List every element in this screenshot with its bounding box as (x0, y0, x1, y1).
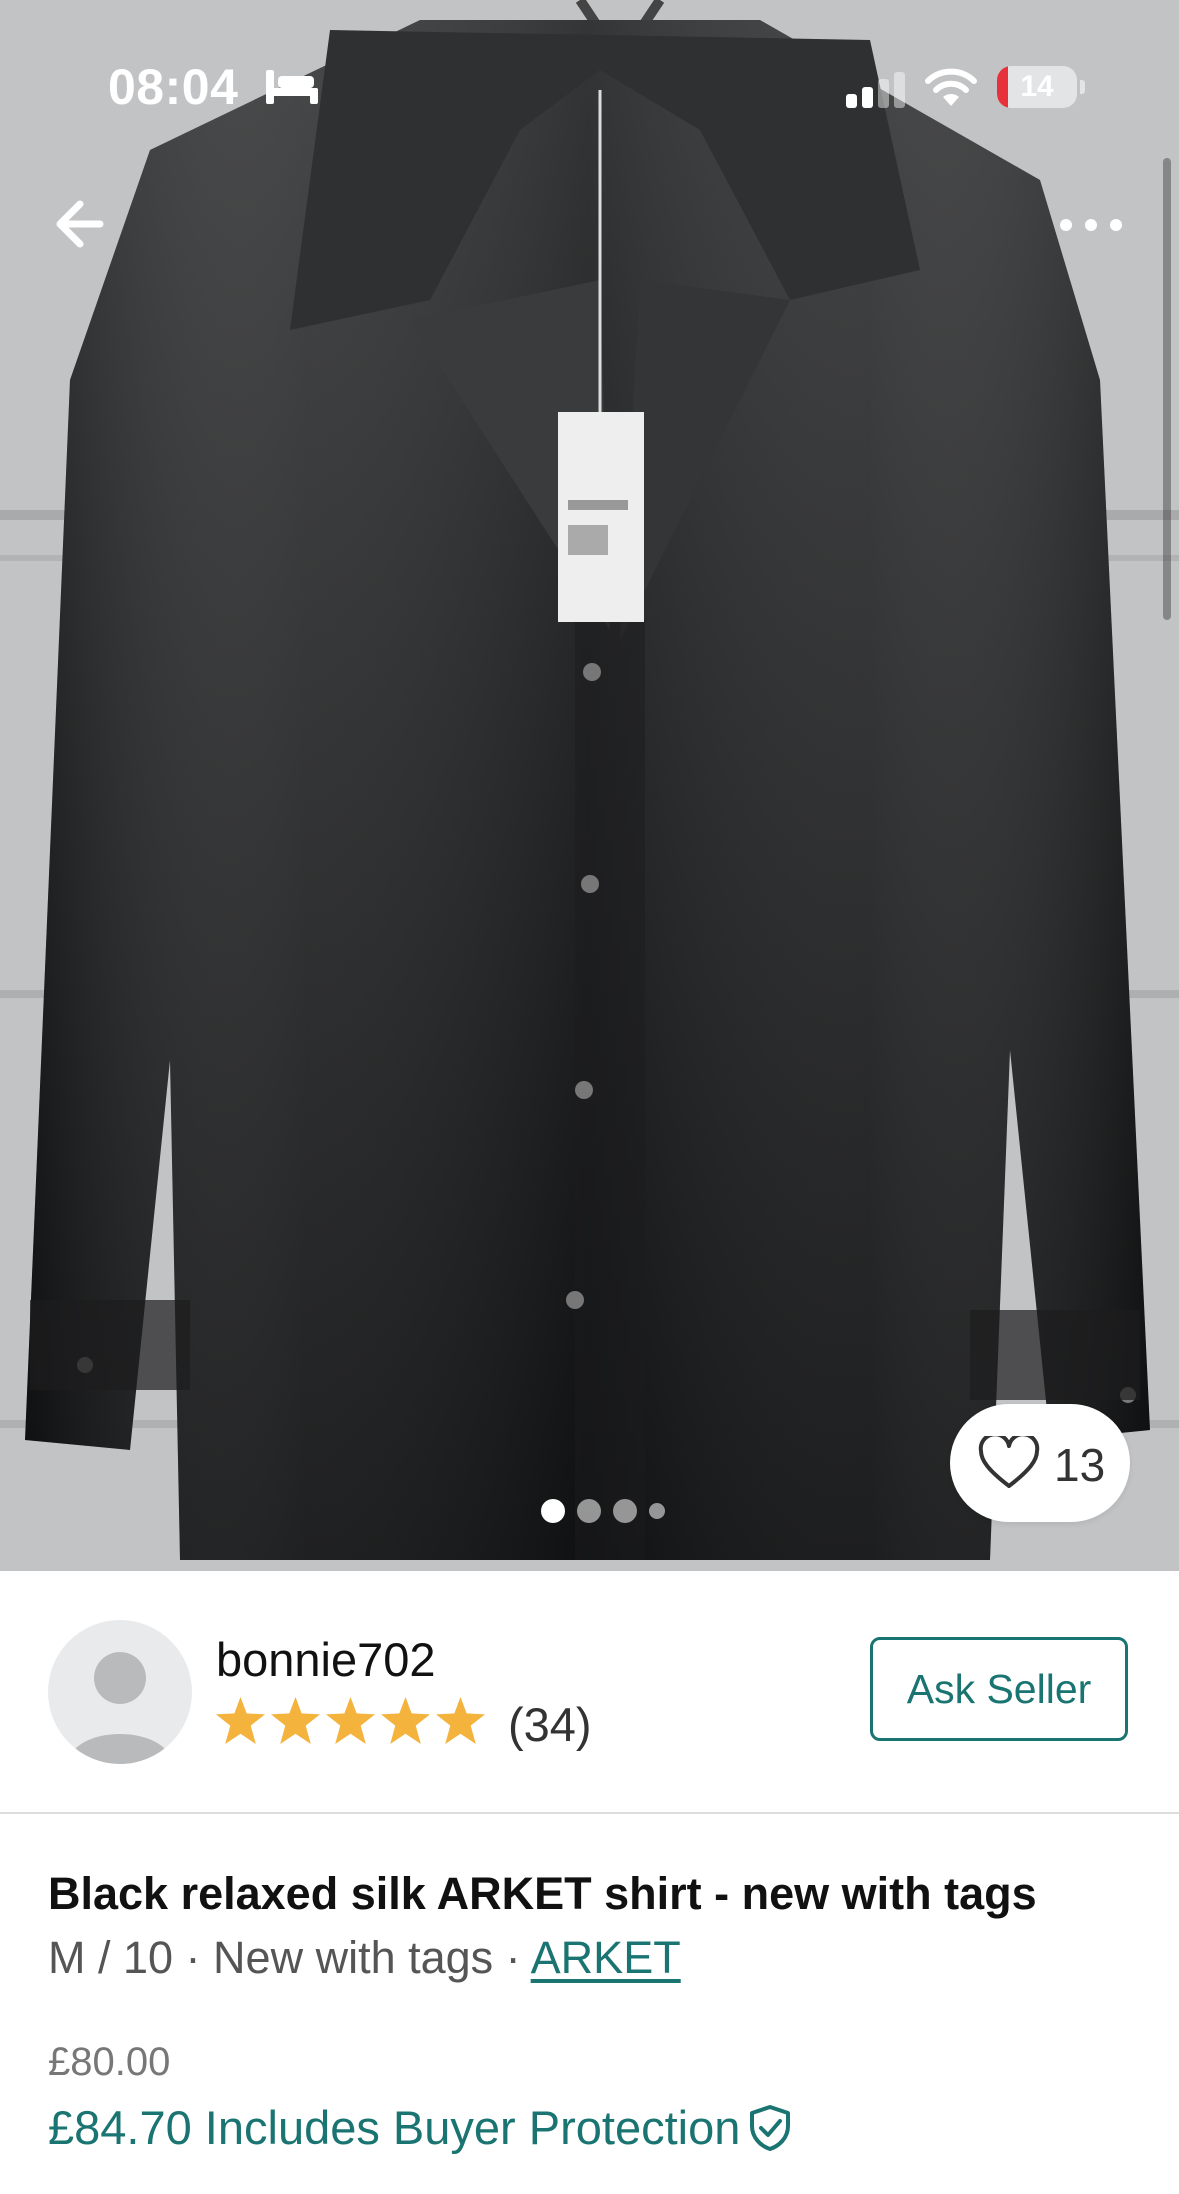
arrow-left-icon[interactable] (52, 190, 122, 260)
heart-outline-icon (978, 1436, 1040, 1488)
brand-link[interactable]: ARKET (531, 1932, 681, 1983)
product-image[interactable]: 08:04 14 13 (0, 0, 1179, 1571)
sleep-mode-bed-icon (266, 70, 318, 104)
item-title: Black relaxed silk ARKET shirt - new wit… (48, 1868, 1037, 1919)
user-placeholder-icon (68, 1652, 172, 1764)
image-pager[interactable] (541, 1498, 665, 1524)
review-count[interactable]: (34) (508, 1697, 592, 1752)
battery-icon: 14 (997, 66, 1077, 108)
shield-check-icon[interactable] (748, 2104, 792, 2152)
star-icon (326, 1697, 375, 1744)
star-icon (381, 1697, 430, 1744)
item-condition: New with tags (213, 1932, 494, 1983)
cellular-signal-icon (846, 72, 905, 108)
scrollbar[interactable] (1163, 158, 1171, 620)
ask-seller-button[interactable]: Ask Seller (870, 1637, 1128, 1741)
star-icon (436, 1697, 485, 1744)
status-bar: 08:04 14 (0, 0, 1179, 130)
pager-dot[interactable] (649, 1503, 665, 1519)
favourite-count: 13 (1054, 1439, 1106, 1491)
battery-cap (1080, 80, 1085, 94)
pager-dot[interactable] (577, 1499, 601, 1523)
pager-dot[interactable] (541, 1499, 565, 1523)
seller-avatar[interactable] (48, 1620, 192, 1764)
status-time: 08:04 (108, 59, 239, 115)
divider (0, 1812, 1179, 1814)
shirt-photo (0, 0, 1179, 1571)
item-attributes: M / 10 · New with tags · ARKET (48, 1932, 681, 1984)
pager-dot[interactable] (613, 1499, 637, 1523)
favourite-button[interactable]: 13 (950, 1404, 1130, 1522)
buyer-protection-price[interactable]: £84.70 Includes Buyer Protection (48, 2100, 792, 2155)
item-size: M / 10 (48, 1932, 174, 1983)
ellipsis-horizontal-icon[interactable] (1056, 205, 1126, 245)
item-price: £80.00 (48, 2040, 171, 2084)
star-icon (271, 1697, 320, 1744)
battery-level: 14 (1020, 70, 1054, 103)
meta-separator: · (493, 1932, 531, 1983)
wifi-icon (925, 68, 977, 106)
total-price-label: £84.70 Includes Buyer Protection (48, 2101, 741, 2154)
seller-rating-stars[interactable] (216, 1697, 485, 1744)
meta-separator: · (173, 1932, 214, 1983)
star-icon (216, 1697, 265, 1744)
seller-username[interactable]: bonnie702 (216, 1632, 436, 1687)
